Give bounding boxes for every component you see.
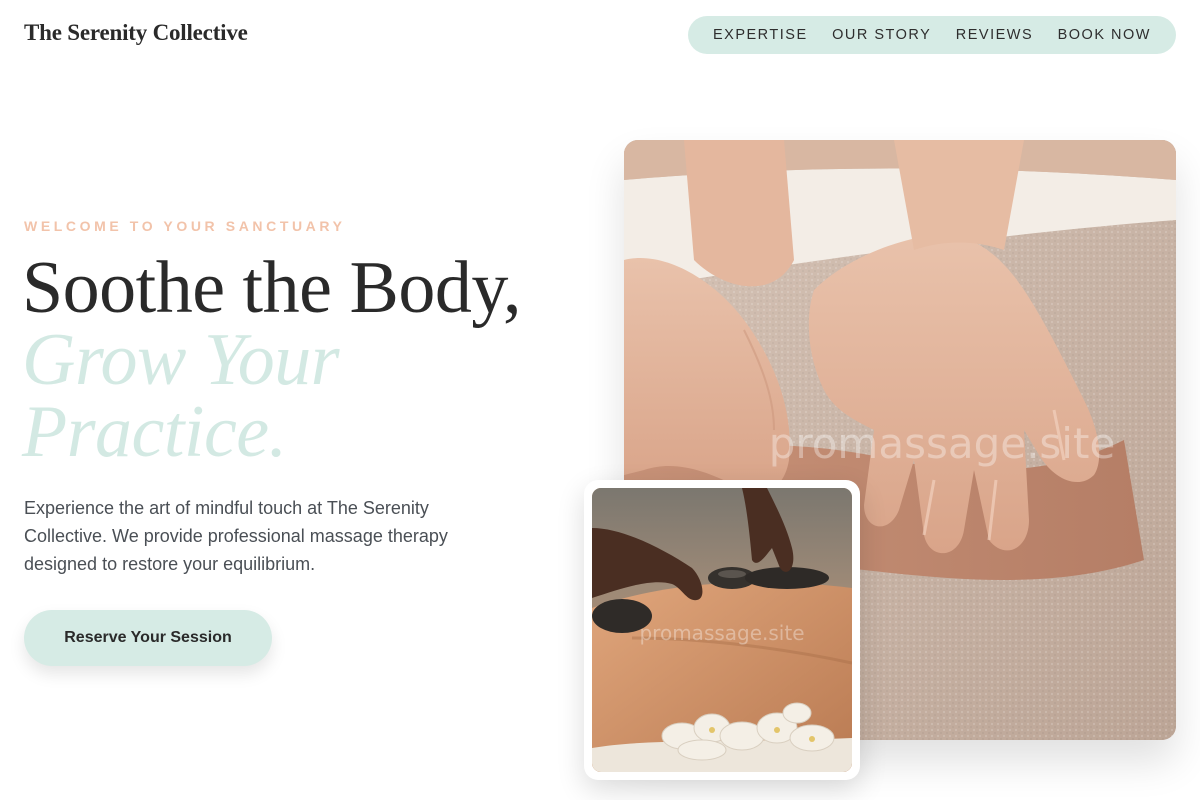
- main-photo-watermark: promassage.site: [769, 419, 1116, 468]
- brand-logo[interactable]: The Serenity Collective: [24, 20, 248, 46]
- nav-link-reviews[interactable]: REVIEWS: [956, 27, 1033, 43]
- hero-headline: Soothe the Body, Grow Your Practice.: [22, 247, 522, 473]
- nav-link-our-story[interactable]: OUR STORY: [832, 27, 931, 43]
- inset-photo-watermark: promassage.site: [639, 621, 804, 645]
- headline-accent-line-2: Grow Your: [22, 319, 340, 401]
- hot-stone-photo-card: promassage.site: [584, 480, 860, 780]
- headline-accent-line-3: Practice.: [22, 391, 287, 473]
- reserve-session-button[interactable]: Reserve Your Session: [24, 610, 272, 666]
- hot-stone-illustration: promassage.site: [592, 488, 852, 772]
- nav-link-expertise[interactable]: EXPERTISE: [713, 27, 808, 43]
- headline-line-1: Soothe the Body,: [22, 247, 522, 329]
- nav-link-book-now[interactable]: BOOK NOW: [1058, 27, 1151, 43]
- hero-eyebrow: WELCOME TO YOUR SANCTUARY: [24, 218, 346, 234]
- main-nav: EXPERTISE OUR STORY REVIEWS BOOK NOW: [688, 16, 1176, 54]
- hot-stone-photo: promassage.site: [592, 488, 852, 772]
- hero-description: Experience the art of mindful touch at T…: [24, 498, 448, 574]
